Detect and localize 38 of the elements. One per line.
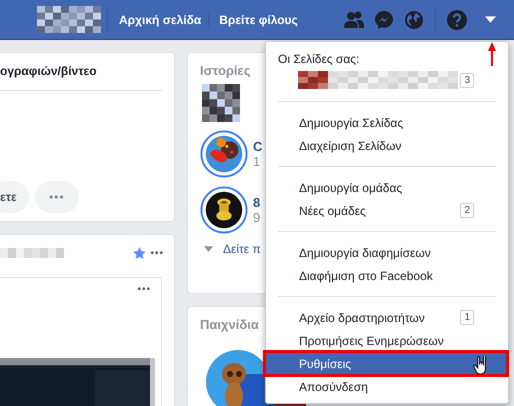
globe-icon[interactable]: [404, 10, 424, 30]
more-button[interactable]: •••: [137, 284, 151, 358]
count-badge: 3: [460, 72, 474, 88]
story-count: 1: [253, 154, 262, 169]
menu-item[interactable]: Διαχείριση Σελίδων: [266, 134, 508, 157]
caret-icon: [204, 246, 213, 252]
more-button[interactable]: •••: [150, 248, 164, 258]
caret-icon[interactable]: [485, 16, 496, 24]
friends-icon[interactable]: [344, 10, 364, 30]
count-badge: 2: [460, 203, 474, 218]
messenger-icon[interactable]: [374, 10, 394, 30]
story-name[interactable]: 8: [253, 195, 260, 210]
nav-link[interactable]: Βρείτε φίλους: [208, 12, 303, 26]
menu-item[interactable]: Αρχείο δραστηριοτήτων 1: [266, 306, 508, 329]
pages-header: Οι Σελίδες σας:: [278, 51, 360, 68]
menu-item[interactable]: Δημιουργία διαφημίσεων: [266, 241, 508, 264]
help-icon[interactable]: [447, 10, 467, 30]
story-name[interactable]: C: [253, 139, 262, 154]
menu-item[interactable]: Νέες ομάδες 2: [266, 199, 508, 222]
star-icon[interactable]: [133, 247, 146, 259]
see-more-link[interactable]: Δείτε π: [223, 242, 261, 256]
candy-icon[interactable]: [200, 130, 248, 178]
count-badge: 1: [460, 310, 474, 325]
menu-item[interactable]: Ρυθμίσεις: [266, 352, 508, 375]
nav-link[interactable]: Αρχική σελίδα: [114, 12, 206, 26]
menu-item[interactable]: Δημιουργία ομάδας: [266, 176, 508, 199]
stories-title: Ιστορίες: [200, 63, 252, 78]
menu-item[interactable]: Αποσύνδεση: [266, 375, 508, 398]
composer-title: ογραφιών/βίντεο: [0, 63, 98, 80]
menu-item[interactable]: Δημιουργία Σελίδας: [266, 111, 508, 134]
story-count: 9: [253, 210, 260, 225]
menu-item[interactable]: Διαφήμιση στο Facebook: [266, 264, 508, 287]
hand-cursor-icon: [473, 356, 488, 375]
composer-button[interactable]: ετε: [0, 181, 29, 213]
annotation-arrow-drawing: [488, 42, 496, 66]
page-item[interactable]: 3: [266, 68, 508, 92]
menu-item[interactable]: Προτιμήσεις Ενημερώσεων: [266, 329, 508, 352]
ball-icon[interactable]: [200, 186, 248, 234]
